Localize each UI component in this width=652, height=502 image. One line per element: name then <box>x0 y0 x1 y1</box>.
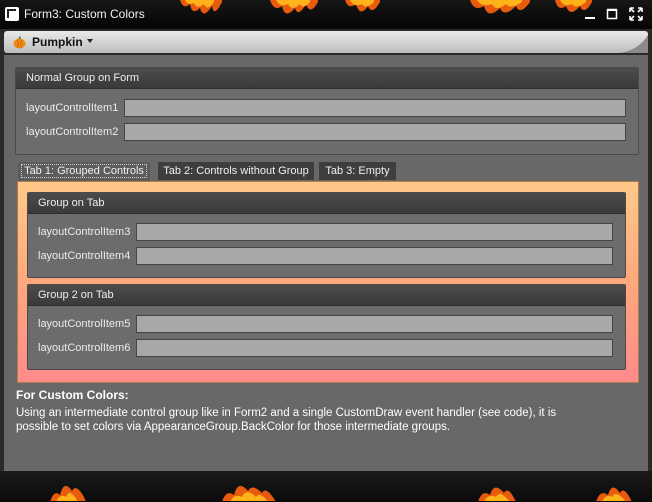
tab-grouped-controls[interactable]: Tab 1: Grouped Controls <box>17 161 151 181</box>
layout-item-row: layoutControlItem4 <box>28 247 625 267</box>
group-header: Group on Tab <box>28 193 625 214</box>
note-line: Using an intermediate control group like… <box>16 407 557 419</box>
app-icon <box>5 7 19 21</box>
layout-item-2-field[interactable] <box>124 123 626 141</box>
skin-menu-bar: Pumpkin <box>4 31 648 53</box>
field-label: layoutControlItem5 <box>38 318 131 330</box>
tab-label: Tab 1: Grouped Controls <box>21 164 147 178</box>
note-title: For Custom Colors: <box>16 388 129 402</box>
layout-item-row: layoutControlItem5 <box>28 315 625 335</box>
group-on-tab: Group on Tab layoutControlItem3 layoutCo… <box>27 192 626 278</box>
field-label: layoutControlItem6 <box>38 342 131 354</box>
layout-item-5-field[interactable] <box>136 315 613 333</box>
group-header: Normal Group on Form <box>16 68 638 89</box>
pumpkin-icon <box>13 36 26 49</box>
layout-item-4-field[interactable] <box>136 247 613 265</box>
group-2-on-tab: Group 2 on Tab layoutControlItem5 layout… <box>27 284 626 370</box>
title-bar[interactable]: Form3: Custom Colors <box>0 0 652 29</box>
fullscreen-icon[interactable] <box>628 6 644 22</box>
note-text: Using an intermediate control group like… <box>16 406 626 434</box>
menu-swoosh-decoration <box>618 35 648 53</box>
group-header: Group 2 on Tab <box>28 285 625 306</box>
minimize-icon[interactable] <box>582 6 598 22</box>
layout-item-1-field[interactable] <box>124 99 626 117</box>
layout-item-row: layoutControlItem3 <box>28 223 625 243</box>
layout-item-row: layoutControlItem1 <box>16 99 638 119</box>
field-label: layoutControlItem4 <box>38 250 131 262</box>
note-line: possible to set colors via AppearanceGro… <box>16 421 451 433</box>
tab-label: Tab 3: Empty <box>325 165 390 177</box>
form-client-area: Normal Group on Form layoutControlItem1 … <box>4 55 648 471</box>
field-label: layoutControlItem2 <box>26 126 119 138</box>
tab-label: Tab 2: Controls without Group <box>163 165 309 177</box>
app-window: Form3: Custom Colors Pumpkin Normal Grou… <box>0 0 652 502</box>
layout-item-6-field[interactable] <box>136 339 613 357</box>
tab-strip: Tab 1: Grouped Controls Tab 2: Controls … <box>17 161 637 181</box>
window-footer <box>0 471 652 502</box>
window-title: Form3: Custom Colors <box>24 7 145 21</box>
tab-page-grouped-controls: Group on Tab layoutControlItem3 layoutCo… <box>17 181 639 383</box>
flame-decoration <box>50 485 632 501</box>
field-label: layoutControlItem1 <box>26 102 119 114</box>
skin-selector-button[interactable]: Pumpkin <box>32 35 83 49</box>
maximize-icon[interactable] <box>604 6 620 22</box>
tab-empty[interactable]: Tab 3: Empty <box>318 161 397 180</box>
chevron-down-icon[interactable] <box>87 39 93 43</box>
tab-controls-without-group[interactable]: Tab 2: Controls without Group <box>157 161 315 180</box>
normal-group: Normal Group on Form layoutControlItem1 … <box>15 67 639 155</box>
field-label: layoutControlItem3 <box>38 226 131 238</box>
layout-item-3-field[interactable] <box>136 223 613 241</box>
layout-item-row: layoutControlItem2 <box>16 123 638 143</box>
layout-item-row: layoutControlItem6 <box>28 339 625 359</box>
